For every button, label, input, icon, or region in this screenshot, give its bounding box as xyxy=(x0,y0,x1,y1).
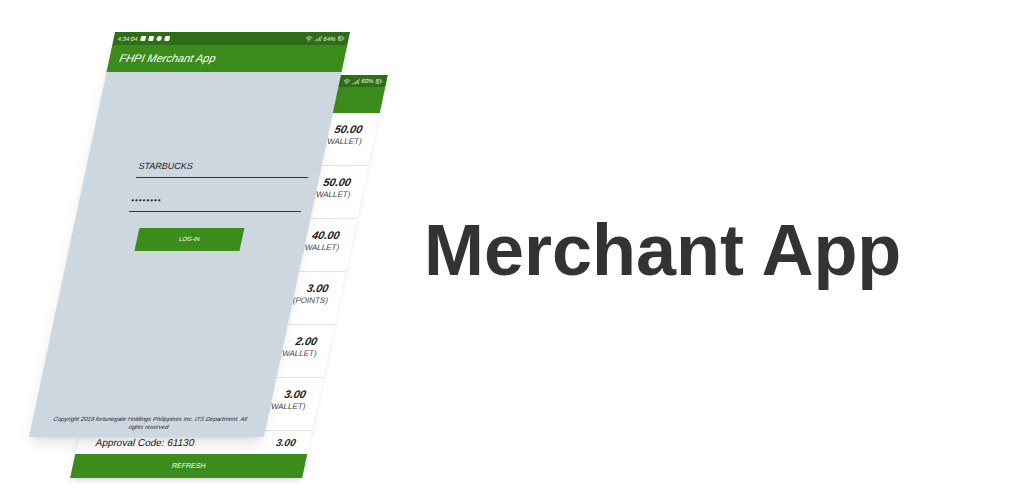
notification-icon xyxy=(148,36,154,41)
refresh-button[interactable]: REFRESH xyxy=(70,454,307,478)
status-bar: 4:34:04 64% xyxy=(112,32,350,45)
signal-icon xyxy=(352,78,360,85)
notification-icon xyxy=(164,36,170,41)
status-time: 4:34:04 xyxy=(117,36,138,42)
notification-icon xyxy=(140,36,146,41)
login-button[interactable]: LOG-IN xyxy=(134,228,244,251)
battery-icon xyxy=(337,35,345,42)
phone-mockups: 60%50.00(WALLET)50.00(WALLET)40.00(WALLE… xyxy=(0,0,420,500)
approval-amount: 3.00 xyxy=(275,435,298,450)
transaction-type: (WALLET) xyxy=(323,136,362,147)
notification-icon xyxy=(156,36,162,41)
transaction-amount: 2.00 xyxy=(294,334,320,348)
battery-level: 64% xyxy=(323,36,336,42)
banner: 60%50.00(WALLET)50.00(WALLET)40.00(WALLE… xyxy=(0,0,1024,500)
username-value: STARBUCKS xyxy=(137,161,193,171)
transaction-amount: 50.00 xyxy=(333,122,366,136)
transaction-amount: 3.00 xyxy=(283,387,309,401)
transaction-amount: 3.00 xyxy=(306,281,332,295)
battery-level: 60% xyxy=(361,78,374,84)
transaction-type: (POINTS) xyxy=(292,295,329,306)
transaction-type: (WALLET) xyxy=(301,242,340,253)
signal-icon xyxy=(314,35,322,42)
username-field[interactable]: STARBUCKS xyxy=(136,152,314,178)
transaction-type: (WALLET) xyxy=(312,189,351,200)
transaction-type: (WALLET) xyxy=(278,348,317,359)
battery-icon xyxy=(375,78,383,85)
password-field[interactable]: •••••••• xyxy=(129,186,307,212)
transaction-amount: 50.00 xyxy=(322,175,355,189)
transaction-amount: 40.00 xyxy=(311,228,344,242)
app-title: FHPI Merchant App xyxy=(118,50,218,67)
app-header: FHPI Merchant App xyxy=(107,45,348,72)
approval-code: Approval Code: 61130 xyxy=(94,435,196,450)
status-icons: 60% xyxy=(343,78,384,85)
status-icons: 64% xyxy=(305,35,346,42)
password-value: •••••••• xyxy=(130,196,162,205)
headline: Merchant App xyxy=(424,214,901,286)
copyright-text: Copyright 2019 fortunegate Holdings Phil… xyxy=(29,415,269,437)
transaction-type: (WALLET) xyxy=(267,401,306,412)
wifi-icon xyxy=(343,78,351,85)
wifi-icon xyxy=(305,35,313,42)
